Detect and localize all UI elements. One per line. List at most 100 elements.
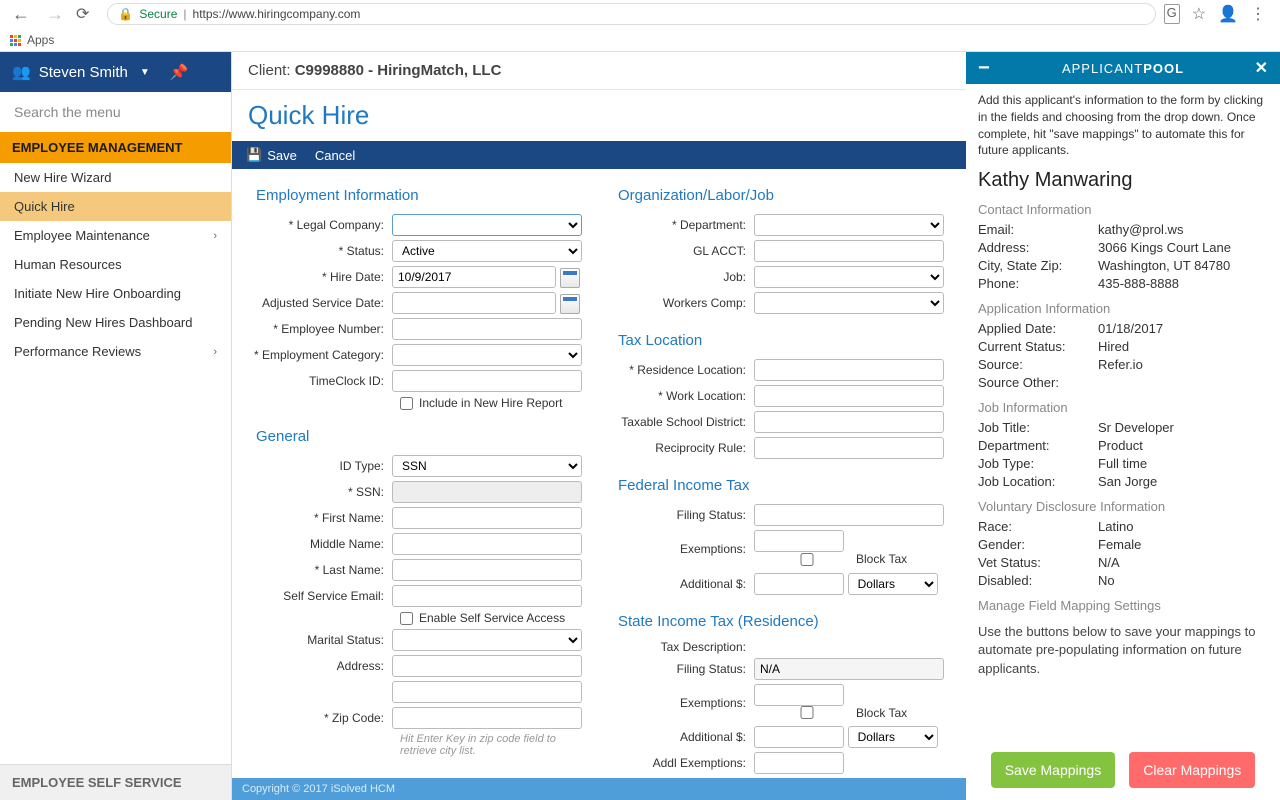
browser-chrome: ← → ⟳ 🔒 Secure | https://www.hiringcompa… <box>0 0 1280 52</box>
label-job: Job: <box>604 270 754 284</box>
middle-name-input[interactable] <box>392 533 582 555</box>
calendar-icon[interactable] <box>560 268 580 288</box>
calendar-icon[interactable] <box>560 294 580 314</box>
sidebar-footer[interactable]: EMPLOYEE SELF SERVICE <box>0 764 231 800</box>
nav-list: New Hire WizardQuick HireEmployee Mainte… <box>0 163 231 366</box>
label-filing-status: Filing Status: <box>604 508 754 522</box>
label-residence: * Residence Location: <box>604 363 754 377</box>
additional-input[interactable] <box>754 573 844 595</box>
label-state-exemptions: Exemptions: <box>604 696 754 710</box>
save-button[interactable]: 💾Save <box>246 147 297 163</box>
applicant-panel: − APPLICANTPOOL ✕ Add this applicant's i… <box>966 52 1280 800</box>
reload-icon[interactable]: ⟳ <box>76 4 89 24</box>
residence-input[interactable] <box>754 359 944 381</box>
profile-icon[interactable]: 👤 <box>1218 4 1238 24</box>
emp-number-input[interactable] <box>392 318 582 340</box>
state-exemptions-input[interactable] <box>754 684 844 706</box>
pin-icon[interactable]: 📌 <box>170 63 189 81</box>
address-bar[interactable]: 🔒 Secure | https://www.hiringcompany.com <box>107 3 1155 25</box>
label-timeclock: TimeClock ID: <box>242 374 392 388</box>
addl-exemptions-input[interactable] <box>754 752 844 774</box>
sidebar-item[interactable]: Initiate New Hire Onboarding <box>0 279 231 308</box>
label-department: * Department: <box>604 218 754 232</box>
dollars-select[interactable]: Dollars <box>848 573 938 595</box>
client-name: C9998880 - HiringMatch, LLC <box>295 62 502 79</box>
back-icon[interactable]: ← <box>8 4 34 25</box>
emp-category-select[interactable] <box>392 344 582 366</box>
translate-icon[interactable]: G <box>1164 4 1180 24</box>
exemptions-input[interactable] <box>754 530 844 552</box>
sidebar-item[interactable]: Employee Maintenance› <box>0 221 231 250</box>
clear-mappings-button[interactable]: Clear Mappings <box>1129 752 1255 788</box>
timeclock-input[interactable] <box>392 370 582 392</box>
main-content: Client: C9998880 - HiringMatch, LLC Quic… <box>232 52 966 800</box>
label-status: * Status: <box>242 244 392 258</box>
section-header[interactable]: EMPLOYEE MANAGEMENT <box>0 132 231 163</box>
status-select[interactable]: Active <box>392 240 582 262</box>
label-middle-name: Middle Name: <box>242 537 392 551</box>
marital-select[interactable] <box>392 629 582 651</box>
sidebar-item[interactable]: New Hire Wizard <box>0 163 231 192</box>
gl-acct-input[interactable] <box>754 240 944 262</box>
block-tax-checkbox[interactable] <box>762 553 852 566</box>
sidebar-item[interactable]: Pending New Hires Dashboard <box>0 308 231 337</box>
save-mappings-button[interactable]: Save Mappings <box>991 752 1116 788</box>
forward-icon[interactable]: → <box>42 4 68 25</box>
self-email-input[interactable] <box>392 585 582 607</box>
first-name-input[interactable] <box>392 507 582 529</box>
search-menu[interactable]: Search the menu <box>0 92 231 132</box>
label-work-loc: * Work Location: <box>604 389 754 403</box>
label-self-email: Self Service Email: <box>242 589 392 603</box>
include-report-checkbox[interactable] <box>400 397 413 410</box>
manage-title: Manage Field Mapping Settings <box>978 598 1268 613</box>
section-state-tax: State Income Tax (Residence) <box>618 613 956 630</box>
state-filing-input[interactable] <box>754 658 944 680</box>
panel-intro: Add this applicant's information to the … <box>978 92 1268 159</box>
menu-icon[interactable]: ⋮ <box>1250 4 1266 24</box>
work-loc-input[interactable] <box>754 385 944 407</box>
filing-status-input[interactable] <box>754 504 944 526</box>
section-tax-loc: Tax Location <box>618 332 956 349</box>
school-dist-input[interactable] <box>754 411 944 433</box>
legal-company-select[interactable] <box>392 214 582 236</box>
label-first-name: * First Name: <box>242 511 392 525</box>
section-fed-tax: Federal Income Tax <box>618 477 956 494</box>
user-icon: 👥 <box>12 63 31 81</box>
apps-icon[interactable] <box>10 35 21 46</box>
section-emp-info: Employment Information <box>256 187 594 204</box>
label-enable-ss: Enable Self Service Access <box>419 611 565 625</box>
hire-date-input[interactable] <box>392 266 556 288</box>
zip-input[interactable] <box>392 707 582 729</box>
address-input-2[interactable] <box>392 681 582 703</box>
sidebar-item[interactable]: Human Resources <box>0 250 231 279</box>
cancel-button[interactable]: Cancel <box>315 148 355 163</box>
job-select[interactable] <box>754 266 944 288</box>
ssn-input[interactable] <box>392 481 582 503</box>
label-tax-desc: Tax Description: <box>604 640 754 654</box>
apps-label[interactable]: Apps <box>27 33 54 47</box>
department-select[interactable] <box>754 214 944 236</box>
bookmark-icon[interactable]: ☆ <box>1192 4 1206 24</box>
label-last-name: * Last Name: <box>242 563 392 577</box>
sidebar-item[interactable]: Quick Hire <box>0 192 231 221</box>
label-state-additional: Additional $: <box>604 730 754 744</box>
close-icon[interactable]: ✕ <box>1255 58 1268 78</box>
lock-icon: 🔒 <box>118 7 133 21</box>
workers-comp-select[interactable] <box>754 292 944 314</box>
reciprocity-input[interactable] <box>754 437 944 459</box>
state-block-tax-checkbox[interactable] <box>762 706 852 719</box>
page-title: Quick Hire <box>232 90 966 141</box>
enable-ss-checkbox[interactable] <box>400 612 413 625</box>
state-dollars-select[interactable]: Dollars <box>848 726 938 748</box>
label-zip: * Zip Code: <box>242 711 392 725</box>
adj-service-input[interactable] <box>392 292 556 314</box>
state-additional-input[interactable] <box>754 726 844 748</box>
address-input-1[interactable] <box>392 655 582 677</box>
manage-text: Use the buttons below to save your mappi… <box>978 623 1268 678</box>
label-additional: Additional $: <box>604 577 754 591</box>
id-type-select[interactable]: SSN <box>392 455 582 477</box>
last-name-input[interactable] <box>392 559 582 581</box>
user-bar[interactable]: 👥 Steven Smith ▼ 📌 <box>0 52 231 92</box>
sidebar-item[interactable]: Performance Reviews› <box>0 337 231 366</box>
label-exemptions: Exemptions: <box>604 542 754 556</box>
